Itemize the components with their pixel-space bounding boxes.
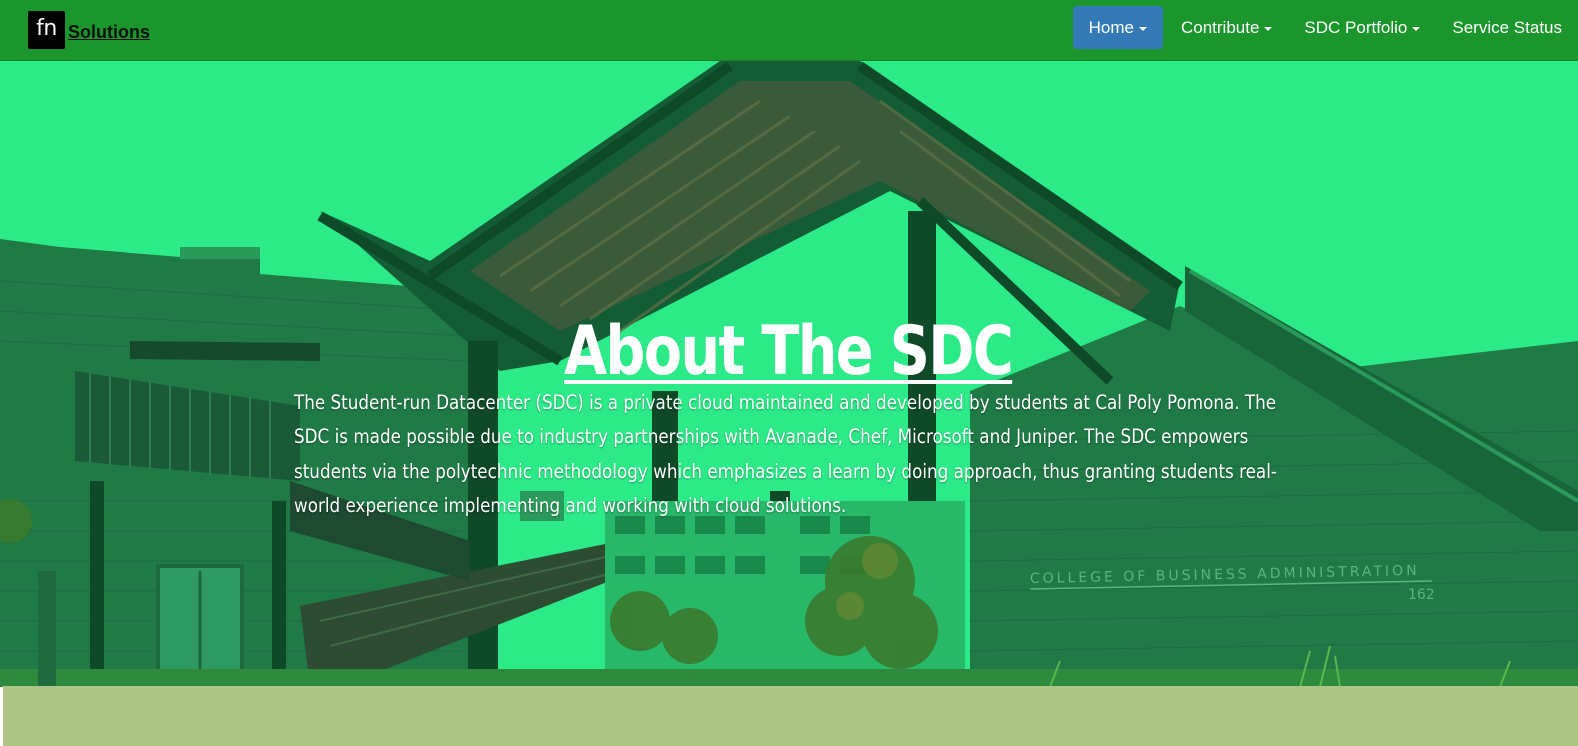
caret-down-icon bbox=[1412, 26, 1421, 31]
page-title-text: About The SDC bbox=[564, 311, 1014, 391]
nav-item-home[interactable]: Home bbox=[1072, 6, 1163, 49]
nav-item-sdc-portfolio[interactable]: SDC Portfolio bbox=[1288, 6, 1436, 49]
brand-logo: fn bbox=[28, 11, 65, 49]
top-navbar: fn Solutions Home Contribute SDC Portfol… bbox=[0, 0, 1578, 61]
nav-item-label: SDC Portfolio bbox=[1304, 17, 1408, 37]
brand-name: Solutions bbox=[68, 21, 150, 42]
brand-link[interactable]: fn Solutions bbox=[28, 11, 150, 49]
hero-section: COLLEGE OF BUSINESS ADMINISTRATION 162 A… bbox=[0, 61, 1578, 687]
caret-down-icon bbox=[1264, 26, 1273, 31]
main-nav: Home Contribute SDC Portfolio Service St… bbox=[1072, 6, 1578, 49]
page-title: About The SDC bbox=[141, 312, 1435, 392]
nav-item-label: Service Status bbox=[1452, 17, 1562, 37]
nav-item-label: Home bbox=[1088, 17, 1134, 37]
nav-item-service-status[interactable]: Service Status bbox=[1436, 6, 1578, 49]
caret-down-icon bbox=[1138, 26, 1147, 31]
nav-item-label: Contribute bbox=[1180, 17, 1260, 37]
content-section-top bbox=[3, 686, 1578, 746]
hero-description: The Student-run Datacenter (SDC) is a pr… bbox=[294, 390, 1277, 518]
building-number: 162 bbox=[1408, 587, 1435, 603]
nav-item-contribute[interactable]: Contribute bbox=[1165, 6, 1288, 49]
